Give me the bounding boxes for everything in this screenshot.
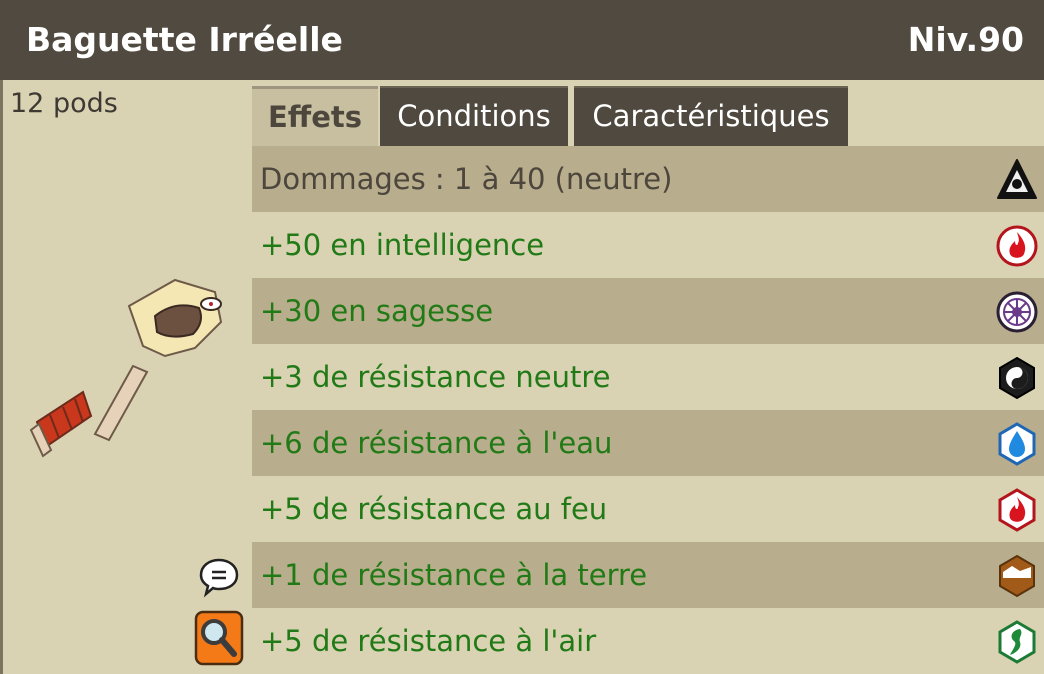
tab-effets[interactable]: Effets (252, 86, 378, 146)
left-border (0, 80, 3, 674)
effect-row: Dommages : 1 à 40 (neutre) (252, 146, 1044, 212)
inspect-magnifier-button[interactable] (194, 606, 244, 668)
effect-text: +5 de résistance au feu (260, 492, 608, 526)
effect-row: +30 en sagesse (252, 278, 1044, 344)
earth-resistance-icon (999, 554, 1035, 598)
effect-row: +50 en intelligence (252, 212, 1044, 278)
effects-list: Dommages : 1 à 40 (neutre) +50 en intell… (252, 146, 1044, 674)
neutral-resistance-icon (999, 356, 1035, 400)
item-tabs: Effets Conditions Caractéristiques (252, 84, 1044, 148)
neutral-damage-icon (997, 159, 1037, 199)
item-level: Niv.90 (907, 20, 1024, 59)
tab-conditions[interactable]: Conditions (380, 86, 568, 146)
tab-caracteristiques[interactable]: Caractéristiques (574, 86, 848, 146)
water-resistance-icon (998, 422, 1036, 466)
item-title: Baguette Irréelle (26, 20, 343, 59)
wisdom-icon (996, 291, 1038, 333)
air-resistance-icon (998, 620, 1036, 664)
intelligence-fire-icon (996, 225, 1038, 267)
effect-text: +30 en sagesse (260, 294, 494, 328)
effect-text: +6 de résistance à l'eau (260, 426, 613, 460)
chat-button[interactable] (198, 556, 240, 598)
effect-text: +50 en intelligence (260, 228, 545, 262)
effect-text: +3 de résistance neutre (260, 360, 611, 394)
fire-resistance-icon (998, 488, 1036, 532)
wand-item-image (29, 278, 223, 458)
effect-row: +1 de résistance à la terre (252, 542, 1044, 608)
item-weight: 12 pods (10, 88, 118, 119)
effect-row: +3 de résistance neutre (252, 344, 1044, 410)
item-header: Baguette Irréelle Niv.90 (0, 0, 1044, 80)
effect-text: +1 de résistance à la terre (260, 558, 648, 592)
effect-text: +5 de résistance à l'air (260, 624, 597, 658)
effect-text: Dommages : 1 à 40 (neutre) (260, 162, 673, 196)
effect-row: +6 de résistance à l'eau (252, 410, 1044, 476)
effect-row: +5 de résistance au feu (252, 476, 1044, 542)
effect-row: +5 de résistance à l'air (252, 608, 1044, 674)
